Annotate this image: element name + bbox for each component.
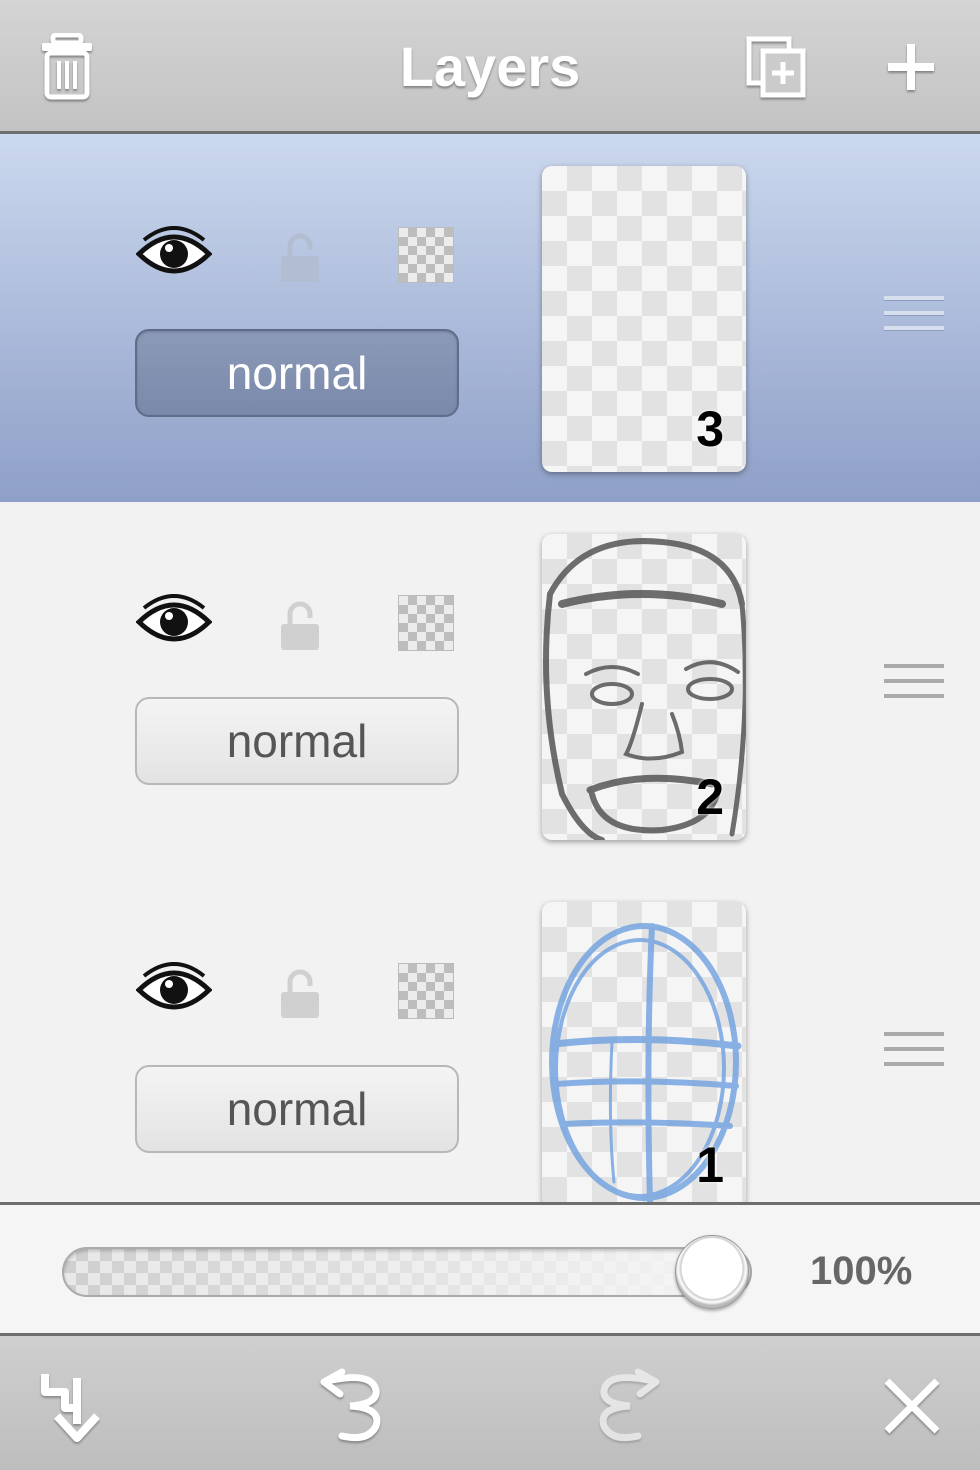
- duplicate-layer-icon: [746, 36, 806, 98]
- alpha-lock-toggle[interactable]: [398, 595, 454, 651]
- page-title: Layers: [399, 35, 581, 98]
- layer-number: 1: [696, 1137, 724, 1193]
- opacity-slider-track[interactable]: [62, 1247, 752, 1297]
- eye-icon[interactable]: [136, 226, 212, 282]
- merge-down-icon: [41, 1374, 100, 1442]
- opacity-control: 100%: [0, 1202, 980, 1336]
- blend-mode-button[interactable]: normal: [135, 697, 459, 785]
- layer-row[interactable]: normal 1: [0, 870, 980, 1202]
- lock-icon[interactable]: [278, 968, 322, 1020]
- blend-mode-button[interactable]: normal: [135, 329, 459, 417]
- redo-button[interactable]: [590, 1366, 670, 1446]
- alpha-lock-toggle[interactable]: [398, 227, 454, 283]
- blend-mode-label: normal: [226, 1083, 368, 1135]
- layer-row[interactable]: normal 3: [0, 134, 980, 502]
- opacity-slider-knob[interactable]: [675, 1235, 749, 1309]
- add-layer-button[interactable]: [876, 30, 946, 104]
- drag-handle-icon[interactable]: [884, 296, 944, 348]
- layer-thumbnail[interactable]: 2: [542, 534, 746, 840]
- layer-thumbnail[interactable]: 3: [542, 166, 746, 472]
- bottom-toolbar: [0, 1336, 980, 1470]
- redo-icon: [599, 1368, 660, 1442]
- eye-icon[interactable]: [136, 962, 212, 1018]
- undo-button[interactable]: [310, 1366, 390, 1446]
- layer-number: 2: [696, 769, 724, 825]
- drag-handle-icon[interactable]: [884, 664, 944, 716]
- layers-toolbar: Layers: [0, 0, 980, 134]
- layer-row[interactable]: normal 2: [0, 502, 980, 870]
- lock-icon[interactable]: [278, 232, 322, 284]
- blend-mode-label: normal: [226, 715, 368, 767]
- close-button[interactable]: [872, 1366, 952, 1446]
- eye-icon[interactable]: [136, 594, 212, 650]
- close-icon: [884, 1378, 940, 1434]
- blend-mode-button[interactable]: normal: [135, 1065, 459, 1153]
- merge-down-button[interactable]: [30, 1366, 110, 1446]
- blend-mode-label: normal: [226, 347, 368, 399]
- duplicate-layer-button[interactable]: [742, 30, 812, 104]
- opacity-value: 100%: [810, 1249, 913, 1293]
- undo-icon: [320, 1368, 381, 1442]
- layer-list: normal 3 normal 2 normal 1: [0, 134, 980, 1202]
- lock-icon[interactable]: [278, 600, 322, 652]
- alpha-lock-toggle[interactable]: [398, 963, 454, 1019]
- layer-number: 3: [696, 401, 724, 457]
- drag-handle-icon[interactable]: [884, 1032, 944, 1084]
- plus-icon: [888, 44, 934, 90]
- layer-thumbnail[interactable]: 1: [542, 902, 746, 1202]
